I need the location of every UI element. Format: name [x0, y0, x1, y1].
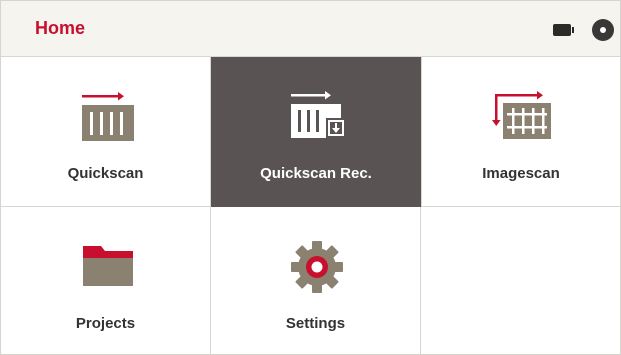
gear-icon [291, 241, 343, 293]
tile-label: Projects [75, 315, 136, 332]
tile-imagescan[interactable]: Imagescan [421, 57, 620, 207]
page-title: Home [35, 18, 86, 38]
folder-icon [83, 246, 133, 286]
app-window: Home Quickscan Quickscan Rec. Imagescan … [0, 0, 621, 355]
top-bar: Home [1, 1, 620, 57]
tile-quickscan-rec[interactable]: Quickscan Rec. [211, 57, 421, 207]
disc-icon[interactable] [592, 19, 614, 41]
tile-label: Settings [285, 315, 346, 332]
tile-quickscan[interactable]: Quickscan [1, 57, 211, 207]
imagescan-icon [492, 91, 551, 139]
empty-tile [421, 207, 620, 354]
tile-label: Imagescan [482, 165, 560, 182]
tile-settings[interactable]: Settings [211, 207, 421, 354]
tile-label: Quickscan Rec. [260, 165, 372, 182]
quickscan-rec-icon [291, 91, 346, 138]
quickscan-icon [82, 92, 134, 141]
tile-label: Quickscan [67, 165, 144, 182]
tile-projects[interactable]: Projects [1, 207, 211, 354]
battery-icon [553, 24, 574, 36]
home-grid: Quickscan Quickscan Rec. Imagescan Proje… [1, 57, 620, 354]
